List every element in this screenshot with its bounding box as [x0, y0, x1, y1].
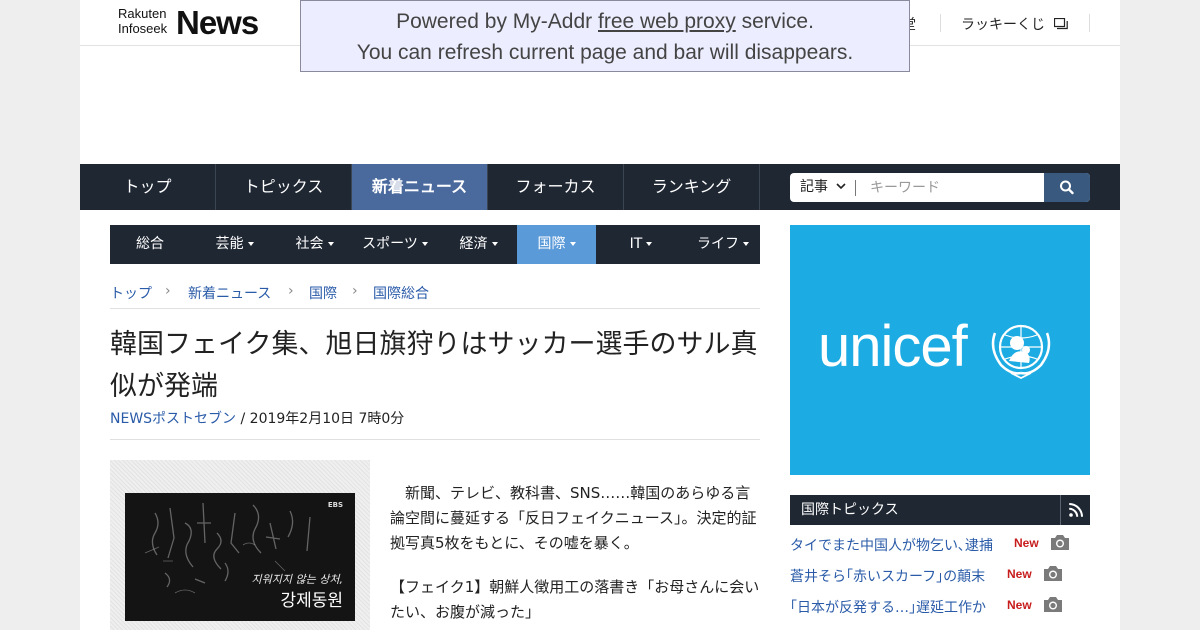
breadcrumb-link-international[interactable]: 国際 — [309, 283, 337, 303]
proxy-banner-line2: You can refresh current page and bar wil… — [356, 41, 854, 64]
article-paragraph: 【フェイク1】朝鮮人徴用工の落書き「お母さんに会いたい、お腹が減った」 — [390, 578, 760, 621]
category-label: 芸能 — [215, 236, 244, 252]
category-tab-international[interactable]: 国際 — [517, 225, 596, 264]
chevron-down-icon — [836, 183, 847, 190]
category-label: スポーツ — [362, 236, 418, 252]
breadcrumb-separator: › — [165, 283, 171, 299]
free-web-proxy-link[interactable]: free web proxy — [598, 10, 736, 33]
category-tab-general[interactable]: 総合 — [110, 225, 190, 264]
breadcrumb-separator: › — [288, 283, 294, 299]
external-window-icon — [1054, 17, 1069, 30]
article-photo-frame: EBS 지워지지 않는 상처, 강제동원 — [110, 460, 370, 630]
logo-small-text: Rakuten Infoseek — [118, 6, 168, 36]
topic-link[interactable]: 蒼井そら｢赤いスカーフ｣の顛末 — [790, 566, 985, 586]
category-label: 国際 — [537, 236, 566, 252]
search-icon — [1060, 180, 1074, 195]
divider — [110, 439, 760, 440]
camera-icon — [1044, 566, 1062, 581]
main-nav-item-ranking[interactable]: ランキング — [624, 164, 760, 210]
lottery-link[interactable]: ラッキーくじ — [961, 14, 1069, 34]
caret-down-icon — [646, 242, 653, 246]
caret-down-icon — [569, 242, 576, 246]
article-source-link[interactable]: NEWSポストセブン — [110, 411, 236, 427]
new-badge: New — [1014, 536, 1039, 550]
topics-header: 国際トピックス — [790, 495, 1090, 525]
category-label: IT — [629, 236, 643, 252]
header-divider — [1089, 14, 1090, 32]
topic-item: 蒼井そら｢赤いスカーフ｣の顛末 New — [790, 563, 1090, 587]
proxy-text-after: service. — [735, 10, 814, 33]
main-nav-item-topics[interactable]: トピックス — [216, 164, 352, 210]
main-nav-item-focus[interactable]: フォーカス — [488, 164, 624, 210]
rss-icon — [1069, 503, 1083, 517]
category-tab-life[interactable]: ライフ — [686, 225, 760, 264]
caret-down-icon — [421, 242, 428, 246]
search-category-select[interactable]: 記事 — [790, 173, 856, 202]
rss-button[interactable] — [1060, 495, 1090, 525]
article-date: / 2019年2月10日 7時0分 — [236, 411, 405, 427]
caret-down-icon — [327, 242, 334, 246]
topic-link[interactable]: タイでまた中国人が物乞い､逮捕 — [790, 535, 993, 555]
camera-icon — [1051, 535, 1069, 550]
category-label: 総合 — [136, 236, 164, 252]
search-category-label: 記事 — [800, 179, 828, 195]
breadcrumb-link-international-general[interactable]: 国際総合 — [373, 283, 429, 303]
caret-down-icon — [491, 242, 498, 246]
article-title: 韓国フェイク集、旭日旗狩りはサッカー選手のサル真似が発端 — [110, 329, 758, 402]
main-nav: トップ トピックス 新着ニュース フォーカス ランキング 記事 — [80, 164, 1120, 210]
broadcaster-logo: EBS — [327, 501, 343, 509]
main-nav-item-new-news[interactable]: 新着ニュース — [352, 164, 488, 210]
article-meta: NEWSポストセブン / 2019年2月10日 7時0分 — [110, 408, 404, 428]
breadcrumb-link-new-news[interactable]: 新着ニュース — [188, 283, 271, 303]
category-label: ライフ — [697, 236, 739, 252]
category-tab-economy[interactable]: 経済 — [440, 225, 517, 264]
page: Rakuten Infoseek News 堂 ラッキーくじ トップ トピックス… — [80, 0, 1120, 630]
main-nav-item-top[interactable]: トップ — [80, 164, 216, 210]
article-photo[interactable]: EBS 지워지지 않는 상처, 강제동원 — [125, 493, 355, 621]
logo-news-text: News — [176, 4, 259, 41]
caret-down-icon — [743, 242, 749, 246]
search-input[interactable] — [860, 173, 1042, 202]
caret-down-icon — [247, 242, 254, 246]
search-button[interactable] — [1044, 173, 1090, 202]
category-tab-it[interactable]: IT — [596, 225, 686, 264]
proxy-banner-line1: Powered by My-Addr free web proxy servic… — [301, 6, 909, 37]
proxy-text-before: Powered by My-Addr — [396, 10, 598, 33]
category-nav: 総合 芸能 社会 スポーツ 経済 国際 IT ライフ — [110, 225, 760, 264]
unicef-emblem-icon — [991, 324, 1051, 379]
category-tab-sports[interactable]: スポーツ — [350, 225, 440, 264]
new-badge: New — [1007, 598, 1032, 612]
proxy-banner: Powered by My-Addr free web proxy servic… — [300, 0, 910, 72]
unicef-wordmark: unicef — [818, 314, 968, 379]
topics-title: 国際トピックス — [801, 502, 899, 518]
category-label: 経済 — [459, 236, 488, 252]
topic-link[interactable]: ｢日本が反発する…｣遅延工作か — [790, 597, 986, 617]
topic-item: ｢日本が反発する…｣遅延工作か New — [790, 594, 1090, 618]
breadcrumb-separator: › — [352, 283, 358, 299]
unicef-ad-banner[interactable]: unicef — [790, 225, 1090, 475]
header-divider — [940, 14, 941, 32]
new-badge: New — [1007, 567, 1032, 581]
search-bar: 記事 — [790, 173, 1090, 202]
photo-caption-large: 강제동원 — [280, 591, 343, 611]
category-label: 社会 — [295, 236, 324, 252]
search-divider — [855, 180, 856, 196]
topic-item: タイでまた中国人が物乞い､逮捕 New — [790, 532, 1090, 556]
lottery-label: ラッキーくじ — [961, 17, 1045, 33]
breadcrumb-link-top[interactable]: トップ — [110, 283, 152, 303]
camera-icon — [1044, 597, 1062, 612]
article-paragraph: 新聞、テレビ、教科書、SNS……韓国のあらゆる言論空間に蔓延する「反日フェイクニ… — [390, 484, 757, 552]
breadcrumb: トップ › 新着ニュース › 国際 › 国際総合 — [110, 281, 760, 309]
photo-caption-small: 지워지지 않는 상처, — [251, 573, 343, 586]
category-tab-entertainment[interactable]: 芸能 — [190, 225, 279, 264]
category-tab-society[interactable]: 社会 — [279, 225, 350, 264]
